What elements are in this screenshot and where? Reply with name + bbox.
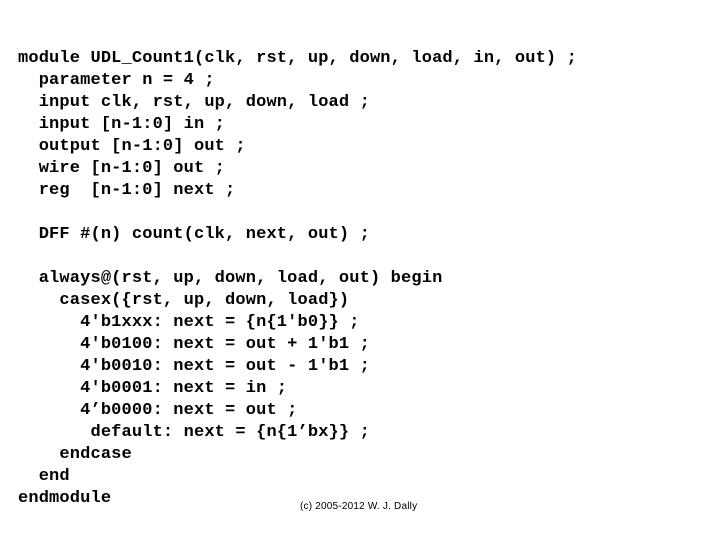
code-line: input [n-1:0] in ; [18, 115, 226, 134]
code-line: 4’b0000: next = out ; [18, 401, 298, 420]
code-line: wire [n-1:0] out ; [18, 159, 226, 178]
verilog-code-block: module UDL_Count1(clk, rst, up, down, lo… [18, 48, 708, 510]
code-line: parameter n = 4 ; [18, 71, 215, 90]
code-line: 4'b1xxx: next = {n{1'b0}} ; [18, 313, 360, 332]
copyright-credit: (c) 2005-2012 W. J. Dally [300, 501, 418, 512]
code-line: end [18, 467, 70, 486]
slide-canvas: module UDL_Count1(clk, rst, up, down, lo… [0, 0, 720, 540]
code-line: output [n-1:0] out ; [18, 137, 246, 156]
code-line: DFF #(n) count(clk, next, out) ; [18, 225, 370, 244]
code-line: endcase [18, 445, 132, 464]
code-line: casex({rst, up, down, load}) [18, 291, 350, 310]
code-line: 4'b0001: next = in ; [18, 379, 288, 398]
code-line: 4'b0100: next = out + 1'b1 ; [18, 335, 370, 354]
code-line: input clk, rst, up, down, load ; [18, 93, 370, 112]
code-line: default: next = {n{1’bx}} ; [18, 423, 370, 442]
code-line: always@(rst, up, down, load, out) begin [18, 269, 443, 288]
code-line: 4'b0010: next = out - 1'b1 ; [18, 357, 370, 376]
code-line: reg [n-1:0] next ; [18, 181, 236, 200]
code-line: module UDL_Count1(clk, rst, up, down, lo… [18, 49, 577, 68]
